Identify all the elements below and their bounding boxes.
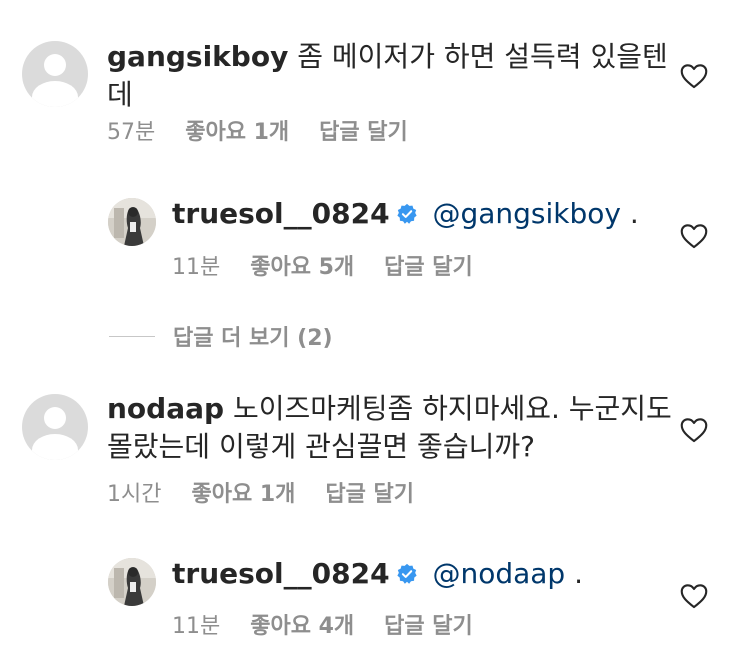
heart-outline-icon[interactable] — [680, 583, 708, 609]
divider — [109, 335, 155, 337]
avatar[interactable] — [22, 41, 88, 107]
heart-outline-icon[interactable] — [680, 223, 708, 249]
heart-outline-icon[interactable] — [680, 417, 708, 443]
avatar[interactable] — [108, 558, 156, 606]
comment-body-line2: 데 — [107, 78, 133, 111]
reply-button[interactable]: 답글 달기 — [384, 249, 473, 281]
comment-username[interactable]: nodaap — [107, 392, 224, 425]
comment-body-line1: 좀 메이저가 하면 설득력 있을텐 — [297, 40, 668, 73]
reply-text: truesol__0824 @nodaap . — [172, 555, 583, 593]
like-count[interactable]: 좋아요 5개 — [250, 249, 354, 281]
comment-text: gangsikboy 좀 메이저가 하면 설득력 있을텐 데 — [107, 38, 668, 114]
like-count[interactable]: 좋아요 4개 — [250, 608, 354, 640]
view-more-replies-label: 답글 더 보기 (2) — [173, 326, 333, 351]
comment-text: nodaap 노이즈마케팅좀 하지마세요. 누군지도 몰랐는데 이렇게 관심끌면… — [107, 390, 672, 466]
reply-username[interactable]: truesol__0824 — [172, 197, 390, 230]
default-avatar-icon — [44, 407, 66, 429]
comment-username[interactable]: gangsikboy — [107, 40, 288, 73]
reply-time: 11분 — [172, 614, 221, 639]
verified-badge-icon — [396, 203, 417, 224]
view-more-replies-button[interactable]: 답글 더 보기 (2) — [109, 322, 333, 351]
comment-time: 1시간 — [107, 482, 162, 507]
default-avatar-icon — [44, 54, 66, 76]
profile-photo-icon — [108, 198, 156, 246]
comment-time: 57분 — [107, 120, 156, 145]
profile-photo-icon — [108, 558, 156, 606]
reply-username[interactable]: truesol__0824 — [172, 557, 390, 590]
reply-button[interactable]: 답글 달기 — [384, 608, 473, 640]
comment-meta: 1시간 좋아요 1개 답글 달기 — [107, 476, 444, 508]
reply-mention[interactable]: @nodaap — [432, 557, 565, 590]
comment-body-line1: 노이즈마케팅좀 하지마세요. 누군지도 — [232, 392, 672, 425]
reply-meta: 11분 좋아요 5개 답글 달기 — [172, 249, 503, 281]
default-avatar-shoulders — [32, 434, 78, 460]
reply-button[interactable]: 답글 달기 — [325, 476, 414, 508]
reply-button[interactable]: 답글 달기 — [319, 114, 408, 146]
like-count[interactable]: 좋아요 1개 — [191, 476, 295, 508]
reply-body: . — [620, 197, 639, 230]
reply-text: truesol__0824 @gangsikboy . — [172, 195, 639, 233]
reply-body: . — [565, 557, 584, 590]
comment-body-line2: 몰랐는데 이렇게 관심끌면 좋습니까? — [107, 430, 535, 463]
like-count[interactable]: 좋아요 1개 — [185, 114, 289, 146]
reply-mention[interactable]: @gangsikboy — [432, 197, 621, 230]
verified-badge-icon — [396, 563, 417, 584]
comment-meta: 57분 좋아요 1개 답글 달기 — [107, 114, 438, 146]
default-avatar-shoulders — [32, 81, 78, 107]
reply-meta: 11분 좋아요 4개 답글 달기 — [172, 608, 503, 640]
avatar[interactable] — [108, 198, 156, 246]
avatar[interactable] — [22, 394, 88, 460]
reply-time: 11분 — [172, 255, 221, 280]
heart-outline-icon[interactable] — [680, 63, 708, 89]
